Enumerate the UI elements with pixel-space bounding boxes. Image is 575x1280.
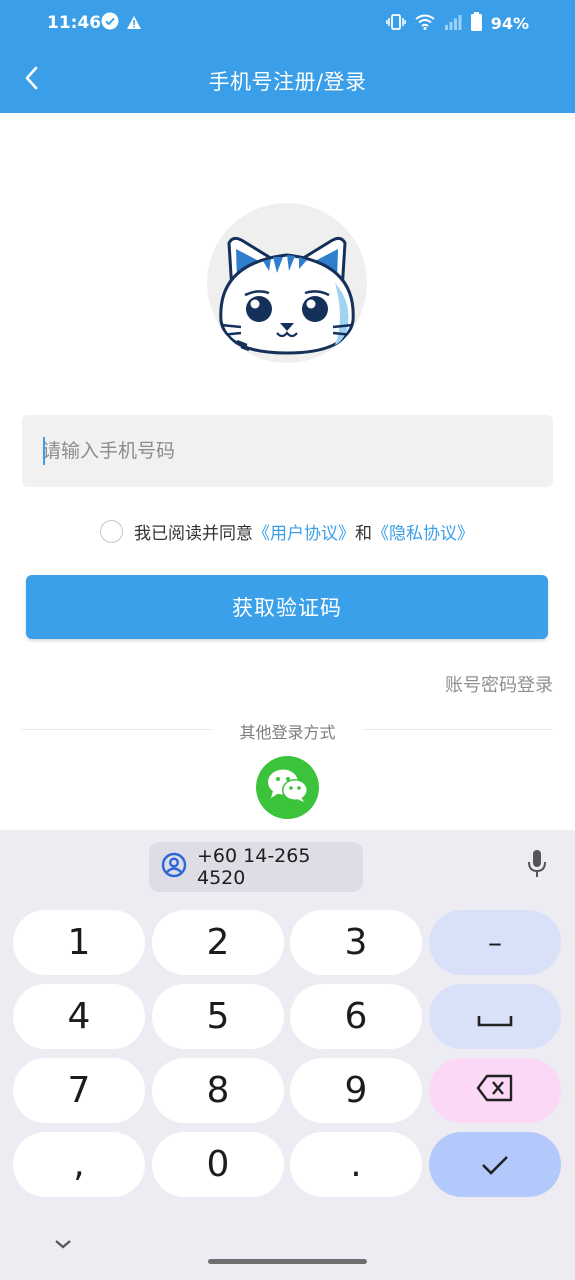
key-done[interactable] [429, 1132, 561, 1197]
key-minus[interactable]: – [429, 910, 561, 975]
chevron-down-icon [54, 1234, 72, 1253]
cat-logo-avatar [207, 203, 367, 363]
battery-percent: 94% [490, 14, 529, 33]
home-indicator[interactable] [208, 1259, 367, 1264]
check-circle-icon [101, 12, 119, 34]
key-0[interactable]: 0 [152, 1132, 284, 1197]
agreement-row: 我已阅读并同意 《用户协议》 和 《隐私协议》 [100, 518, 474, 544]
phone-suggestion-chip[interactable]: +60 14-265 4520 [149, 842, 363, 892]
app-header-bar: 11:46 94% 手机号注册/登录 [0, 0, 575, 113]
suggestion-text: +60 14-265 4520 [197, 845, 311, 889]
key-8[interactable]: 8 [152, 1058, 284, 1123]
get-verification-code-button[interactable]: 获取验证码 [26, 575, 548, 639]
backspace-icon [476, 1070, 514, 1111]
text-cursor [43, 437, 45, 465]
voice-input-button[interactable] [522, 850, 552, 882]
nav-header: 手机号注册/登录 [0, 48, 575, 113]
signal-icon [444, 14, 462, 34]
other-login-divider: 其他登录方式 [22, 718, 553, 742]
numeric-keyboard: +60 14-265 4520 1 2 3 – 4 5 6 7 8 9 , 0 … [0, 830, 575, 1280]
vibrate-icon [385, 13, 406, 34]
key-space[interactable] [429, 984, 561, 1049]
space-icon [477, 996, 513, 1037]
key-1[interactable]: 1 [13, 910, 145, 975]
other-login-label: 其他登录方式 [239, 723, 336, 742]
phone-number-input[interactable] [22, 415, 553, 487]
wifi-icon [415, 14, 435, 34]
key-9[interactable]: 9 [290, 1058, 422, 1123]
key-2[interactable]: 2 [152, 910, 284, 975]
key-backspace[interactable] [429, 1058, 561, 1123]
wechat-icon [267, 768, 309, 808]
agree-and-text: 和 [355, 523, 372, 544]
key-3[interactable]: 3 [290, 910, 422, 975]
account-password-login-link[interactable]: 账号密码登录 [445, 671, 553, 697]
wechat-login-button[interactable] [256, 756, 319, 819]
microphone-icon [526, 849, 548, 883]
key-4[interactable]: 4 [13, 984, 145, 1049]
user-agreement-link[interactable]: 《用户协议》 [253, 519, 355, 544]
check-icon [481, 1144, 509, 1185]
agree-radio-button[interactable] [100, 519, 123, 543]
divider-line [363, 729, 553, 730]
status-bar: 11:46 94% [0, 0, 575, 48]
privacy-agreement-link[interactable]: 《隐私协议》 [372, 519, 474, 544]
key-period[interactable]: . [290, 1132, 422, 1197]
agree-prefix-text: 我已阅读并同意 [134, 523, 253, 544]
contact-icon [161, 852, 187, 882]
key-5[interactable]: 5 [152, 984, 284, 1049]
collapse-keyboard-button[interactable] [50, 1232, 76, 1254]
battery-icon [470, 12, 482, 35]
key-comma[interactable]: , [13, 1132, 145, 1197]
key-6[interactable]: 6 [290, 984, 422, 1049]
page-title: 手机号注册/登录 [208, 70, 367, 94]
key-7[interactable]: 7 [13, 1058, 145, 1123]
warning-icon [127, 14, 141, 33]
status-time: 11:46 [47, 13, 102, 33]
